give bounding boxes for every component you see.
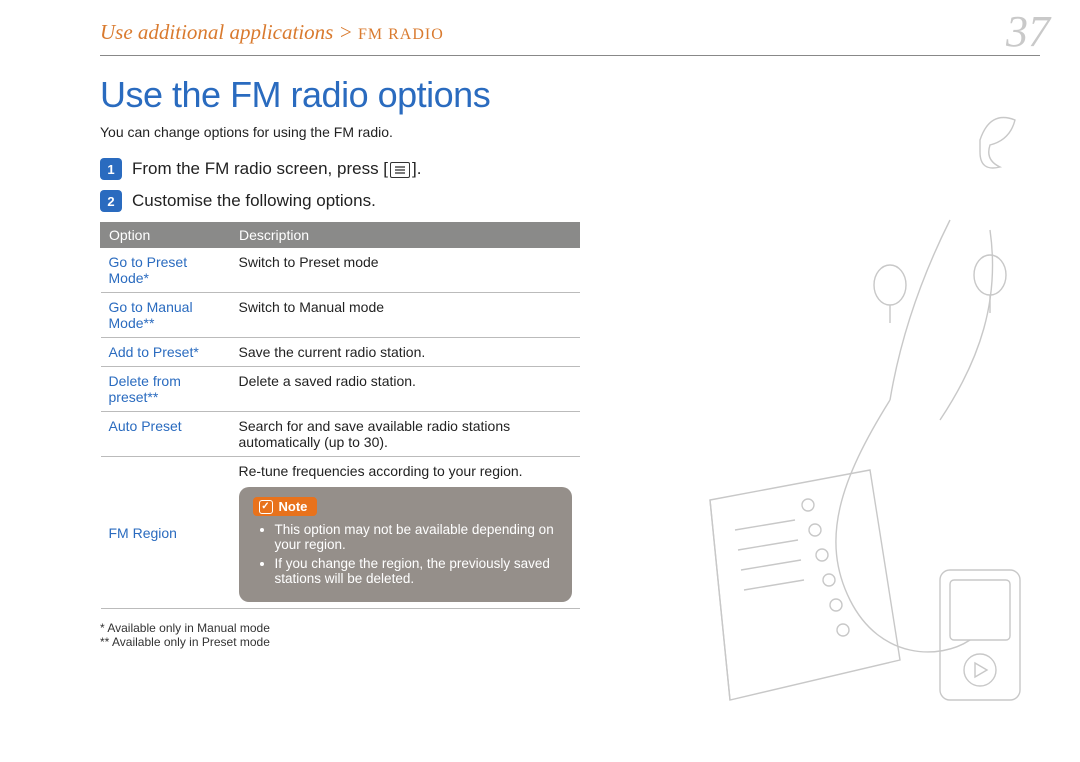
table-row: Go to Preset Mode* Switch to Preset mode: [101, 248, 580, 293]
th-option: Option: [101, 223, 231, 248]
lead-text: You can change options for using the FM …: [100, 124, 580, 140]
opt-cell: FM Region: [101, 457, 231, 609]
desc-cell: Search for and save available radio stat…: [231, 412, 580, 457]
desc-cell: Switch to Preset mode: [231, 248, 580, 293]
step-2-text: Customise the following options.: [132, 191, 376, 211]
desc-cell: Delete a saved radio station.: [231, 367, 580, 412]
opt-cell: Delete from preset**: [101, 367, 231, 412]
step-badge-1: 1: [100, 158, 122, 180]
footnote-1: * Available only in Manual mode: [100, 621, 580, 635]
note-item: If you change the region, the previously…: [275, 556, 558, 586]
fm-region-desc: Re-tune frequencies according to your re…: [239, 463, 572, 479]
opt-cell: Go to Manual Mode**: [101, 293, 231, 338]
table-row: Go to Manual Mode** Switch to Manual mod…: [101, 293, 580, 338]
step-1: 1 From the FM radio screen, press [].: [100, 158, 580, 180]
breadcrumb-sub: FM RADIO: [358, 26, 444, 43]
breadcrumb-main: Use additional applications: [100, 20, 333, 44]
page-number: 37: [1006, 6, 1050, 57]
opt-cell: Add to Preset*: [101, 338, 231, 367]
page-title: Use the FM radio options: [100, 74, 580, 116]
step-1-after: ].: [412, 159, 421, 178]
th-description: Description: [231, 223, 580, 248]
menu-key-icon: [390, 162, 410, 178]
desc-cell: Re-tune frequencies according to your re…: [231, 457, 580, 609]
table-row: Auto Preset Search for and save availabl…: [101, 412, 580, 457]
footnotes: * Available only in Manual mode ** Avail…: [100, 621, 580, 649]
decorative-illustration: [640, 100, 1060, 720]
step-1-text: From the FM radio screen, press [].: [132, 159, 421, 179]
footnote-2: ** Available only in Preset mode: [100, 635, 580, 649]
note-box: ✓ Note This option may not be available …: [239, 487, 572, 602]
step-1-before: From the FM radio screen, press [: [132, 159, 388, 178]
step-2: 2 Customise the following options.: [100, 190, 580, 212]
options-table: Option Description Go to Preset Mode* Sw…: [100, 222, 580, 609]
table-row: FM Region Re-tune frequencies according …: [101, 457, 580, 609]
opt-cell: Go to Preset Mode*: [101, 248, 231, 293]
note-label: Note: [279, 499, 308, 514]
note-item: This option may not be available dependi…: [275, 522, 558, 552]
table-row: Delete from preset** Delete a saved radi…: [101, 367, 580, 412]
table-row: Add to Preset* Save the current radio st…: [101, 338, 580, 367]
check-icon: ✓: [259, 500, 273, 514]
step-badge-2: 2: [100, 190, 122, 212]
desc-cell: Switch to Manual mode: [231, 293, 580, 338]
note-badge: ✓ Note: [253, 497, 318, 516]
opt-cell: Auto Preset: [101, 412, 231, 457]
breadcrumb-sep: >: [339, 20, 353, 44]
breadcrumb: Use additional applications > FM RADIO 3…: [100, 20, 1040, 56]
desc-cell: Save the current radio station.: [231, 338, 580, 367]
